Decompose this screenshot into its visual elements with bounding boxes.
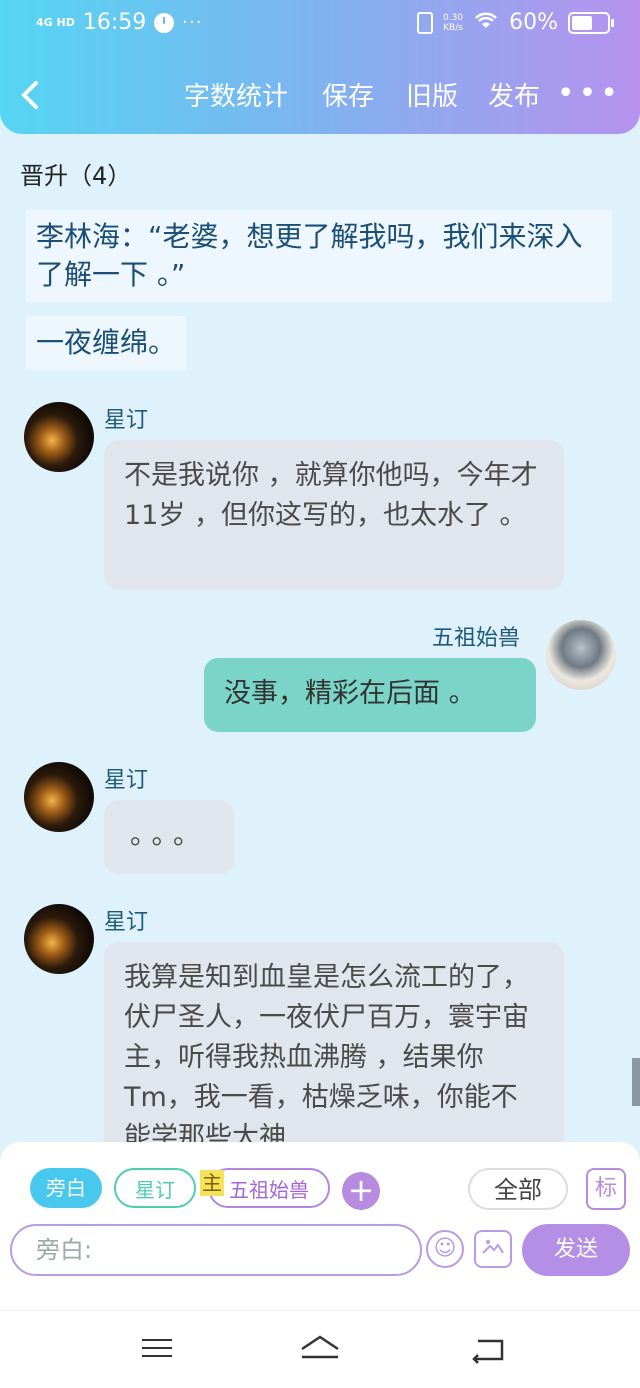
sender-name: 星订	[104, 408, 149, 433]
send-button[interactable]: 发送	[522, 1224, 630, 1276]
message-bubble[interactable]: 我算是知到血皇是怎么流工的了，伏尸圣人，一夜伏尸百万，寰宇宙主，听得我热血沸腾 …	[104, 942, 564, 1172]
back-nav-icon[interactable]	[470, 1333, 510, 1367]
all-roles-button[interactable]: 全部	[468, 1168, 568, 1210]
vibrate-icon	[417, 11, 434, 34]
emoji-icon[interactable]: ☺	[426, 1230, 464, 1268]
more-menu-button[interactable]: •••	[557, 76, 622, 111]
role-xingding-chip[interactable]: 星订	[114, 1168, 196, 1208]
add-role-button[interactable]: +	[342, 1172, 380, 1210]
message-bubble[interactable]: 不是我说你 ，就算你他吗，今年才11岁 ，但你这写的，也太水了 。	[104, 440, 564, 590]
battery-percent: 60%	[509, 10, 558, 35]
scrollbar[interactable]	[632, 1058, 640, 1106]
chapter-title: 晋升（4）	[20, 162, 132, 190]
publish-button[interactable]: 发布	[488, 80, 540, 114]
sender-name: 星订	[104, 910, 149, 935]
avatar[interactable]	[24, 904, 94, 974]
clock: 16:59	[82, 10, 147, 35]
signal-icon: 4G HD	[36, 16, 75, 29]
toolbar: 字数统计 保存 旧版 发布 •••	[0, 70, 640, 126]
message-bubble[interactable]: 没事，精彩在后面 。	[204, 658, 536, 732]
message-bubble[interactable]: 。。。	[104, 800, 234, 874]
more-notifications-icon: ···	[182, 12, 203, 33]
avatar[interactable]	[546, 620, 616, 690]
sender-name: 五祖始兽	[432, 626, 521, 651]
app-header: 4G HD 16:59 ··· 0.30 KB/s 60% 字数统计 保存 旧版…	[0, 0, 640, 134]
net-speed: 0.30 KB/s	[443, 12, 464, 33]
save-button[interactable]: 保存	[322, 80, 374, 114]
battery-icon	[568, 11, 614, 34]
role-wuzu-chip[interactable]: 五祖始兽	[208, 1168, 330, 1208]
wifi-icon	[473, 10, 499, 35]
message-input[interactable]: 旁白:	[10, 1224, 422, 1276]
avatar[interactable]	[24, 402, 94, 472]
avatar[interactable]	[24, 762, 94, 832]
recent-apps-icon[interactable]	[142, 1333, 182, 1367]
status-bar: 4G HD 16:59 ··· 0.30 KB/s 60%	[0, 0, 640, 50]
sender-name: 星订	[104, 768, 149, 793]
mark-button[interactable]: 标	[586, 1168, 626, 1210]
system-nav-bar	[0, 1310, 640, 1388]
back-button[interactable]	[20, 80, 40, 116]
role-narration-chip[interactable]: 旁白	[30, 1168, 102, 1208]
image-icon[interactable]	[474, 1230, 512, 1268]
main-role-tag: 主	[200, 1170, 224, 1196]
narration-block[interactable]: 一夜缠绵。	[26, 316, 187, 370]
narration-block[interactable]: 李林海：“老婆，想更了解我吗，我们来深入了解一下 。”	[26, 210, 612, 302]
alarm-icon	[154, 12, 175, 33]
home-icon[interactable]	[298, 1333, 339, 1367]
word-count-button[interactable]: 字数统计	[184, 80, 288, 114]
old-version-button[interactable]: 旧版	[406, 80, 458, 114]
